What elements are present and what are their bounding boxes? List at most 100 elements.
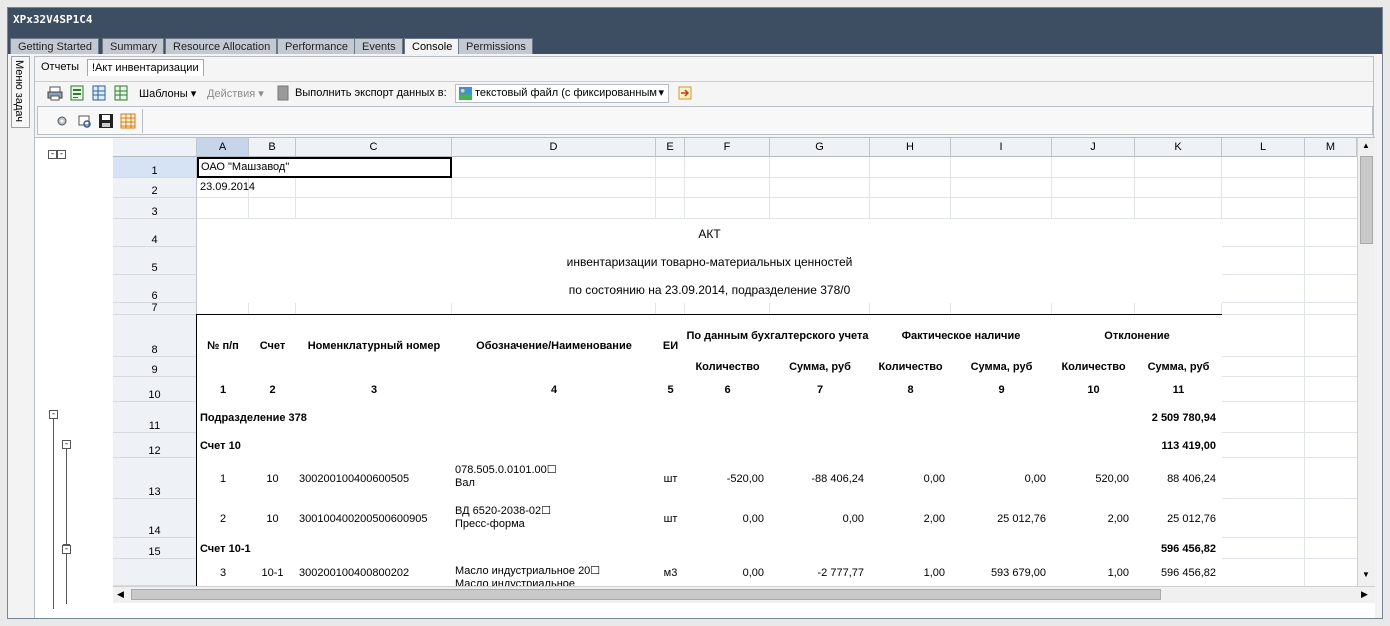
row-header[interactable] xyxy=(113,559,197,586)
subtab-reports[interactable]: Отчеты xyxy=(37,59,83,76)
column-header[interactable]: K xyxy=(1135,138,1222,157)
header-sum[interactable]: Сумма, руб xyxy=(770,357,870,377)
vertical-scroll-thumb[interactable] xyxy=(1360,156,1373,244)
item-designation[interactable]: Масло индустриальное 20☐ Масло индустриал… xyxy=(452,559,656,586)
column-header[interactable]: L xyxy=(1222,138,1305,157)
item-nomenclature[interactable]: 300100400200500600905 xyxy=(296,499,452,538)
header-num[interactable]: № п/п xyxy=(197,315,249,377)
item-value[interactable]: -88 406,24 xyxy=(770,458,870,499)
row-header[interactable]: 12 xyxy=(113,433,197,458)
item-value[interactable]: 0,00 xyxy=(870,458,951,499)
group-label[interactable]: Счет 10 xyxy=(197,433,1052,458)
row-header[interactable]: 11 xyxy=(113,402,197,433)
outline-level-2-button[interactable]: - xyxy=(57,150,66,159)
run-export-icon[interactable] xyxy=(677,85,693,101)
item-value[interactable]: 0,00 xyxy=(770,499,870,538)
header-account[interactable]: Счет xyxy=(249,315,296,377)
row-header[interactable]: 8 xyxy=(113,315,197,357)
header-unit[interactable]: ЕИ xyxy=(656,315,685,377)
item-num[interactable]: 1 xyxy=(197,458,249,499)
export-format-select[interactable]: текстовый файл (с фиксированным ▾ xyxy=(455,84,669,103)
column-header[interactable]: E xyxy=(656,138,685,157)
group-label[interactable]: Счет 10-1 xyxy=(197,538,1052,559)
row-header[interactable]: 4 xyxy=(113,219,197,247)
item-value[interactable]: 88 406,24 xyxy=(1135,458,1222,499)
horizontal-scrollbar[interactable]: ◀ ▶ xyxy=(113,586,1375,603)
item-num[interactable]: 2 xyxy=(197,499,249,538)
group-label[interactable]: Подразделение 378 xyxy=(197,402,1052,433)
task-menu-tab[interactable]: Меню задач xyxy=(11,56,30,128)
export-table-icon[interactable] xyxy=(91,85,107,101)
row-header[interactable]: 7 xyxy=(113,302,197,315)
item-designation[interactable]: 078.505.0.0101.00☐ Вал xyxy=(452,458,656,499)
act-title[interactable]: АКТ xyxy=(197,219,1222,247)
actions-menu[interactable]: Действия ▾ xyxy=(207,87,264,100)
header-col-number[interactable]: 3 xyxy=(296,377,452,402)
header-sum[interactable]: Сумма, руб xyxy=(951,357,1052,377)
item-value[interactable]: -520,00 xyxy=(685,458,770,499)
item-designation[interactable]: ВД 6520-2038-02☐ Пресс-форма xyxy=(452,499,656,538)
header-sum[interactable]: Сумма, руб xyxy=(1135,357,1222,377)
tab-summary[interactable]: Summary xyxy=(102,38,165,54)
item-value[interactable]: 0,00 xyxy=(685,499,770,538)
tab-getting-started[interactable]: Getting Started xyxy=(10,38,99,54)
item-unit[interactable]: шт xyxy=(656,458,685,499)
collapse-group-button[interactable]: - xyxy=(49,410,58,419)
row-header[interactable]: 6 xyxy=(113,275,197,303)
tab-performance[interactable]: Performance xyxy=(277,38,355,54)
templates-menu[interactable]: Шаблоны ▾ xyxy=(139,87,196,100)
item-num[interactable]: 3 xyxy=(197,559,249,586)
header-col-number[interactable]: 8 xyxy=(870,377,951,402)
group-empty-cell[interactable] xyxy=(1052,433,1135,458)
header-qty[interactable]: Количество xyxy=(1052,357,1135,377)
column-header[interactable]: D xyxy=(452,138,656,157)
cell-a1[interactable]: ОАО "Машзавод" xyxy=(197,157,452,178)
vertical-scrollbar[interactable]: ▲ ▼ xyxy=(1357,138,1375,586)
row-header[interactable]: 5 xyxy=(113,247,197,275)
outline-level-1-button[interactable]: - xyxy=(48,150,57,159)
item-unit[interactable]: шт xyxy=(656,499,685,538)
header-col-number[interactable]: 6 xyxy=(685,377,770,402)
act-date-line[interactable]: по состоянию на 23.09.2014, подразделени… xyxy=(197,275,1222,303)
column-header[interactable]: B xyxy=(249,138,296,157)
item-account[interactable]: 10 xyxy=(249,458,296,499)
header-deviation[interactable]: Отклонение xyxy=(1052,315,1222,357)
group-total[interactable]: 2 509 780,94 xyxy=(1135,402,1222,433)
header-accounting[interactable]: По данным бухгалтерского учета xyxy=(685,315,870,357)
column-header[interactable]: M xyxy=(1305,138,1357,157)
export-excel-icon[interactable] xyxy=(69,85,85,101)
item-value[interactable]: 25 012,76 xyxy=(951,499,1052,538)
export-sheet-icon[interactable] xyxy=(113,85,129,101)
collapse-subgroup-button[interactable]: - xyxy=(62,545,71,554)
item-value[interactable]: 1,00 xyxy=(870,559,951,586)
header-qty[interactable]: Количество xyxy=(870,357,951,377)
header-col-number[interactable]: 9 xyxy=(951,377,1052,402)
item-nomenclature[interactable]: 300200100400800202 xyxy=(296,559,452,586)
header-col-number[interactable]: 1 xyxy=(197,377,249,402)
scroll-left-icon[interactable]: ◀ xyxy=(117,589,124,600)
scroll-right-icon[interactable]: ▶ xyxy=(1361,589,1368,600)
row-header[interactable]: 3 xyxy=(113,198,197,219)
grid-view-icon[interactable] xyxy=(120,113,136,129)
subtab-inventory-act[interactable]: !Акт инвентаризации xyxy=(87,59,204,76)
header-col-number[interactable]: 2 xyxy=(249,377,296,402)
group-total[interactable]: 596 456,82 xyxy=(1135,538,1222,559)
header-designation[interactable]: Обозначение/Наименование xyxy=(452,315,656,377)
row-header[interactable]: 15 xyxy=(113,538,197,559)
item-unit[interactable]: м3 xyxy=(656,559,685,586)
select-all-corner[interactable] xyxy=(113,138,197,157)
row-header[interactable]: 13 xyxy=(113,458,197,499)
item-value[interactable]: 2,00 xyxy=(870,499,951,538)
tab-resource-allocation[interactable]: Resource Allocation xyxy=(165,38,278,54)
column-header[interactable]: A xyxy=(197,138,249,157)
scroll-down-icon[interactable]: ▼ xyxy=(1362,570,1370,579)
item-account[interactable]: 10-1 xyxy=(249,559,296,586)
item-value[interactable]: 596 456,82 xyxy=(1135,559,1222,586)
header-col-number[interactable]: 11 xyxy=(1135,377,1222,402)
horizontal-scroll-thumb[interactable] xyxy=(131,589,1161,600)
header-col-number[interactable]: 4 xyxy=(452,377,656,402)
scroll-up-icon[interactable]: ▲ xyxy=(1362,141,1370,150)
header-col-number[interactable]: 7 xyxy=(770,377,870,402)
header-qty[interactable]: Количество xyxy=(685,357,770,377)
group-empty-cell[interactable] xyxy=(1052,402,1135,433)
